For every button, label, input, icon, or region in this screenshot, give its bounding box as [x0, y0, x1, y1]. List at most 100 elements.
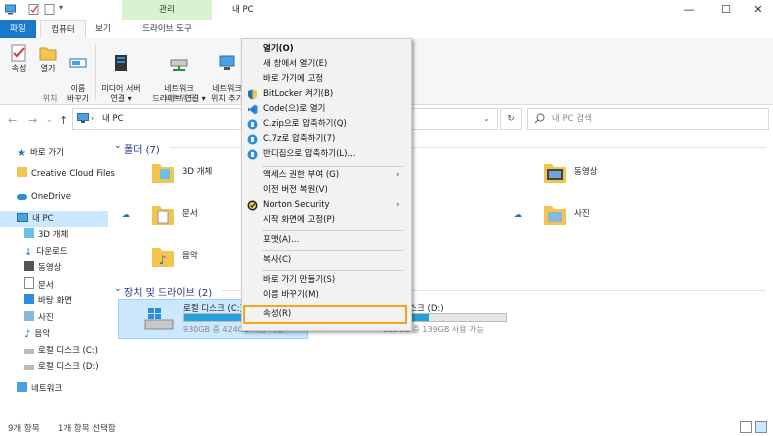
submenu-arrow-icon: › [396, 170, 400, 180]
nav-label: 문서 [38, 281, 54, 291]
nav-label: 네트워크 [31, 384, 63, 394]
windows-drive-icon [144, 308, 174, 330]
menu-separator [262, 270, 403, 271]
cloud-sync-icon: ☁ [122, 210, 130, 219]
folder-label-pictures[interactable]: 사진 [574, 207, 590, 219]
details-view-icon[interactable] [740, 421, 752, 433]
collapse-folders-icon[interactable]: ⌄ [114, 141, 122, 151]
drive-icon [24, 365, 34, 370]
tab-file[interactable]: 파일 [0, 20, 36, 38]
up-icon[interactable]: ↑ [59, 114, 68, 127]
picture-icon [24, 311, 34, 321]
nav-label: 음악 [34, 329, 51, 339]
documents-folder-icon[interactable] [150, 201, 176, 227]
quick-access-dropdown-icon[interactable]: ▾ [59, 3, 63, 12]
folder-label-videos[interactable]: 동영상 [574, 165, 597, 177]
pc-icon [17, 213, 28, 222]
nav-videos[interactable]: 동영상 [0, 260, 108, 276]
folder-label-3d-objects[interactable]: 3D 개체 [182, 165, 212, 177]
forward-icon[interactable]: → [28, 114, 37, 127]
nav-downloads[interactable]: ↓ 다운로드 [0, 244, 108, 260]
menu-item-pin-start[interactable]: 시작 화면에 고정(P) [263, 213, 335, 228]
nav-label: 사진 [38, 313, 54, 323]
menu-separator [262, 166, 403, 167]
breadcrumb-separator-icon: › [91, 114, 95, 124]
properties-icon[interactable] [28, 4, 39, 15]
maximize-icon[interactable]: ☐ [709, 0, 743, 20]
pictures-folder-icon[interactable] [542, 201, 568, 227]
menu-item-norton-security[interactable]: Norton Security [263, 198, 330, 213]
menu-separator [262, 250, 403, 251]
status-item-count: 9개 항목 [8, 424, 40, 434]
back-icon[interactable]: ← [8, 114, 17, 127]
drives-header[interactable]: 장치 및 드라이브 (2) [124, 284, 212, 299]
3d-objects-folder-icon[interactable] [150, 159, 176, 185]
menu-item-rename[interactable]: 이름 바꾸기(M) [263, 288, 319, 303]
norton-icon [247, 200, 258, 211]
drive-c-usage-fill [184, 314, 249, 321]
nav-3d-objects[interactable]: 3D 개체 [0, 227, 108, 243]
bandizip-icon [247, 149, 258, 160]
refresh-icon[interactable]: ↻ [500, 108, 522, 130]
menu-item-create-shortcut[interactable]: 바로 가기 만들기(S) [263, 273, 335, 288]
menu-item-open-with-code[interactable]: Code(으)로 열기 [263, 102, 325, 117]
ribbon-divider [95, 44, 96, 100]
menu-item-bitlocker[interactable]: BitLocker 켜기(B) [263, 87, 333, 102]
minimize-icon[interactable]: — [672, 0, 706, 20]
svg-text:♪: ♪ [159, 253, 167, 267]
menu-item-open-new-window[interactable]: 새 창에서 열기(E) [263, 57, 327, 72]
status-selected-count: 1개 항목 선택함 [58, 424, 116, 434]
nav-desktop[interactable]: 바탕 화면 [0, 293, 108, 309]
tab-drive-tools[interactable]: 드라이브 도구 [124, 20, 210, 38]
folders-header[interactable]: 폴더 (7) [124, 141, 160, 156]
nav-drive-d[interactable]: 로컬 디스크 (D:) [0, 359, 108, 375]
close-icon[interactable]: ✕ [741, 0, 773, 20]
menu-item-format[interactable]: 포맷(A)... [263, 233, 299, 248]
nav-network[interactable]: 네트워크 [0, 381, 108, 397]
nav-music[interactable]: ♪ 음악 [0, 326, 108, 342]
search-placeholder: 내 PC 검색 [552, 114, 592, 124]
tab-computer[interactable]: 컴퓨터 [40, 20, 86, 40]
collapse-drives-icon[interactable]: ⌄ [114, 284, 122, 294]
nav-this-pc[interactable]: 내 PC [0, 211, 108, 227]
large-icons-view-icon[interactable] [755, 421, 767, 433]
open-button[interactable]: 열기 [34, 44, 62, 74]
menu-item-pin-quick-access[interactable]: 바로 가기에 고정 [263, 72, 323, 87]
properties-button[interactable]: 속성 [5, 44, 33, 74]
nav-label: Creative Cloud Files [31, 169, 115, 179]
menu-item-give-access[interactable]: 액세스 권한 부여 (G) [263, 168, 339, 183]
media-server-button-label: 미디어 서버 연결 ▾ [101, 84, 141, 103]
menu-item-compress-7z[interactable]: C.7z로 압축하기(7) [263, 132, 335, 147]
tab-view[interactable]: 보기 [88, 20, 118, 38]
menu-item-compress-bandizip[interactable]: 반디집으로 압축하기(L)... [263, 147, 356, 162]
music-folder-icon[interactable]: ♪ [150, 243, 176, 269]
address-dropdown-icon[interactable]: ⌄ [483, 108, 490, 130]
recent-locations-icon[interactable]: ⌄ [46, 115, 53, 124]
nav-label: 로컬 디스크 (C:) [38, 346, 98, 356]
folder-label-music[interactable]: 음악 [182, 249, 198, 261]
contextual-tab-manage[interactable]: 관리 [122, 0, 212, 20]
bandizip-icon [247, 134, 258, 145]
menu-item-open[interactable]: 열기(O) [263, 42, 294, 57]
videos-folder-icon[interactable] [542, 159, 568, 185]
drive-icon [24, 349, 34, 354]
nav-creative-cloud[interactable]: Creative Cloud Files [0, 166, 115, 182]
folder-open-icon [39, 47, 57, 61]
nav-drive-c[interactable]: 로컬 디스크 (C:) [0, 343, 108, 359]
folder-label-documents[interactable]: 문서 [182, 207, 198, 219]
rename-button-label: 이름 바꾸기 [66, 84, 90, 103]
nav-documents[interactable]: 문서 [0, 277, 108, 293]
window-title: 내 PC [232, 5, 254, 15]
add-network-location-button[interactable]: 네트워크 위치 추가 [210, 44, 244, 104]
nav-label: 바탕 화면 [38, 296, 72, 306]
nav-onedrive[interactable]: OneDrive [0, 189, 108, 205]
media-server-button[interactable]: 미디어 서버 연결 ▾ [96, 44, 146, 104]
new-folder-icon[interactable] [44, 4, 55, 15]
nav-pictures[interactable]: 사진 [0, 310, 108, 326]
menu-item-compress-zip[interactable]: C.zip으로 압축하기(Q) [263, 117, 347, 132]
breadcrumb[interactable]: 내 PC [102, 108, 124, 130]
nav-quick-access[interactable]: ★ 바로 가기 [0, 145, 108, 161]
menu-item-restore-versions[interactable]: 이전 버전 복원(V) [263, 183, 328, 198]
rename-icon [69, 58, 87, 68]
menu-item-copy[interactable]: 복사(C) [263, 253, 291, 268]
